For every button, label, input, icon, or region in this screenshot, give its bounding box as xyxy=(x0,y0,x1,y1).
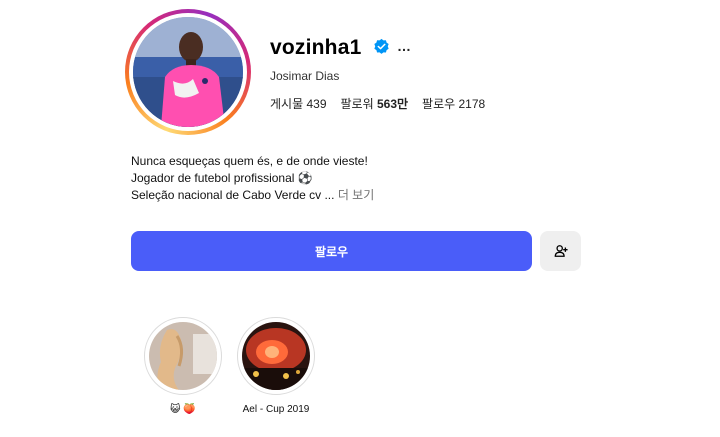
verified-badge-icon xyxy=(374,38,389,54)
soccer-ball-icon: ⚽ xyxy=(297,171,313,185)
profile-stats: 게시물 439 팔로워 563만 팔로우 2178 xyxy=(270,95,485,112)
profile-full-name: Josimar Dias xyxy=(270,69,340,83)
profile-username: vozinha1 xyxy=(270,36,362,59)
followers-count[interactable]: 팔로워 563만 xyxy=(341,95,409,112)
suggested-users-button[interactable] xyxy=(540,231,581,271)
profile-bio: Nunca esqueças quem és, e de onde vieste… xyxy=(131,153,374,204)
bio-more-link[interactable]: 더 보기 xyxy=(338,188,374,202)
posts-count: 게시물 439 xyxy=(270,97,327,111)
add-user-icon xyxy=(554,245,568,257)
story-highlight[interactable]: 😺 🍑 xyxy=(142,317,224,415)
bio-line: Seleção nacional de Cabo Verde cv ... 더 … xyxy=(131,188,375,202)
highlight-label: 😺 🍑 xyxy=(170,404,196,415)
more-options-icon[interactable]: … xyxy=(397,38,411,54)
follow-button[interactable]: 팔로우 xyxy=(131,231,532,271)
avatar-photo xyxy=(133,17,243,127)
story-highlight[interactable]: Ael - Cup 2019 xyxy=(235,317,317,415)
highlight-cover xyxy=(149,322,217,390)
profile-avatar-ring[interactable] xyxy=(125,9,251,135)
bio-line: Jogador de futebol profissional ⚽ xyxy=(131,171,313,185)
bio-line: Nunca esqueças quem és, e de onde vieste… xyxy=(131,154,368,168)
highlight-label: Ael - Cup 2019 xyxy=(242,404,310,415)
following-count[interactable]: 팔로우 2178 xyxy=(422,95,485,112)
highlight-cover xyxy=(242,322,310,390)
profile-avatar[interactable] xyxy=(133,17,243,127)
